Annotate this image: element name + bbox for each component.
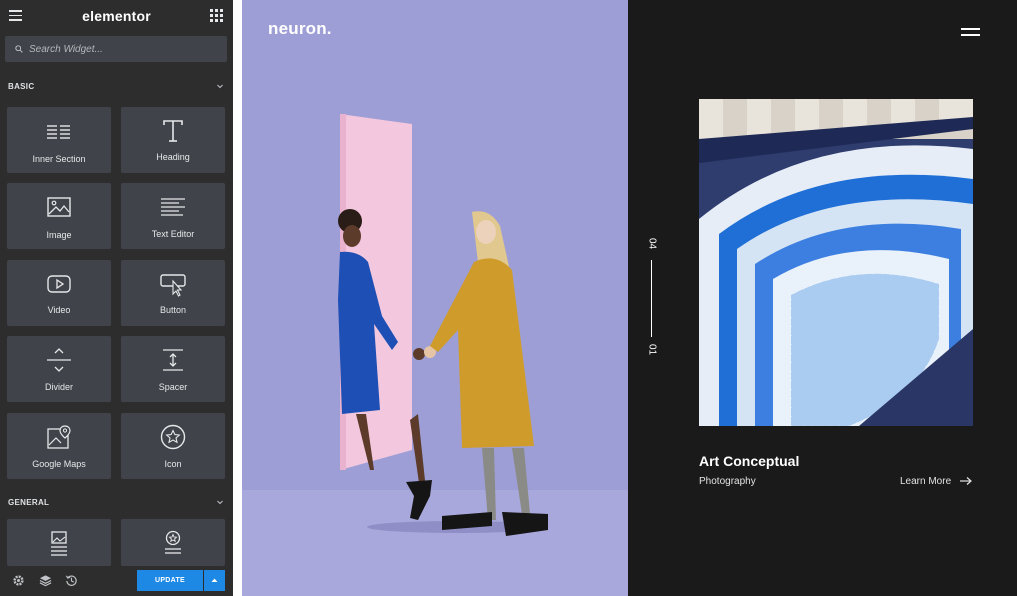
widget-label: Google Maps: [32, 459, 86, 469]
widget-google-maps[interactable]: Google Maps: [7, 413, 111, 479]
divider-icon: [47, 348, 71, 372]
hero-image: neuron.: [242, 0, 628, 596]
chevron-down-icon: [217, 84, 223, 89]
widget-video[interactable]: Video: [7, 260, 111, 326]
elementor-panel: elementor BASIC: [0, 0, 233, 596]
project-artwork: [699, 99, 973, 426]
widget-label: Divider: [44, 382, 73, 392]
portfolio-panel: 04 01 Art Conceptual Photography Learn M…: [628, 0, 1017, 596]
heading-icon: [163, 120, 183, 142]
video-icon: [47, 275, 71, 293]
widget-icon-box[interactable]: [121, 519, 225, 566]
panel-divider: [233, 0, 242, 596]
project-thumbnail[interactable]: [699, 99, 973, 426]
widget-label: Heading: [156, 152, 190, 162]
widget-icon[interactable]: Icon: [121, 413, 225, 479]
site-logo[interactable]: neuron.: [268, 19, 332, 39]
panel-footer: UPDATE: [0, 566, 233, 596]
widget-divider[interactable]: Divider: [7, 336, 111, 402]
hero-photo-illustration: [338, 114, 548, 536]
widget-label: Button: [159, 305, 187, 315]
project-title[interactable]: Art Conceptual: [699, 453, 799, 469]
widget-text-editor[interactable]: Text Editor: [121, 183, 225, 249]
widgets-grid-icon[interactable]: [210, 9, 223, 22]
chevron-down-icon: [217, 500, 223, 505]
navigator-layers-icon[interactable]: [39, 574, 52, 587]
widget-inner-section[interactable]: Inner Section: [7, 107, 111, 173]
category-general-header[interactable]: GENERAL: [0, 496, 233, 510]
search-icon: [15, 45, 23, 53]
widget-label: Icon: [164, 459, 182, 469]
update-button[interactable]: UPDATE: [137, 570, 203, 591]
widget-label: Image: [46, 230, 72, 240]
widget-label: Video: [47, 305, 71, 315]
widget-image[interactable]: Image: [7, 183, 111, 249]
star-icon: [160, 424, 186, 450]
app-window: elementor BASIC: [0, 0, 1017, 596]
widget-image-box[interactable]: [7, 519, 111, 566]
learn-more-link[interactable]: Learn More: [900, 476, 951, 487]
pager-current: 01: [646, 343, 658, 356]
settings-icon[interactable]: [12, 574, 25, 587]
image-icon: [47, 197, 71, 217]
panel-header: elementor: [0, 0, 233, 32]
spacer-icon: [163, 349, 183, 371]
slide-pager: 04 01: [645, 236, 659, 360]
text-editor-icon: [161, 198, 185, 216]
widget-spacer[interactable]: Spacer: [121, 336, 225, 402]
google-maps-icon: [47, 425, 71, 449]
search-widget-input[interactable]: [29, 41, 219, 57]
arrow-right-icon[interactable]: [959, 476, 973, 486]
search-box: [5, 36, 227, 62]
widget-label: Inner Section: [32, 154, 86, 164]
category-general-label: GENERAL: [8, 498, 50, 507]
icon-box-icon: [165, 530, 181, 554]
inner-section-icon: [47, 125, 70, 139]
category-basic-header[interactable]: BASIC: [0, 80, 233, 94]
update-options-button[interactable]: [204, 570, 225, 591]
widget-label: Text Editor: [151, 229, 195, 239]
pager-progress-line: [651, 260, 652, 337]
brand-logo: elementor: [82, 8, 151, 24]
caret-up-icon: [211, 578, 218, 582]
button-icon: [160, 274, 186, 297]
image-box-icon: [51, 531, 67, 556]
widget-label: Spacer: [158, 382, 188, 392]
category-basic-label: BASIC: [8, 82, 35, 91]
pager-total: 04: [646, 237, 658, 250]
project-category: Photography: [699, 476, 756, 487]
nav-menu-icon[interactable]: [961, 28, 980, 36]
history-icon[interactable]: [65, 574, 78, 587]
widget-button[interactable]: Button: [121, 260, 225, 326]
widget-heading[interactable]: Heading: [121, 107, 225, 173]
